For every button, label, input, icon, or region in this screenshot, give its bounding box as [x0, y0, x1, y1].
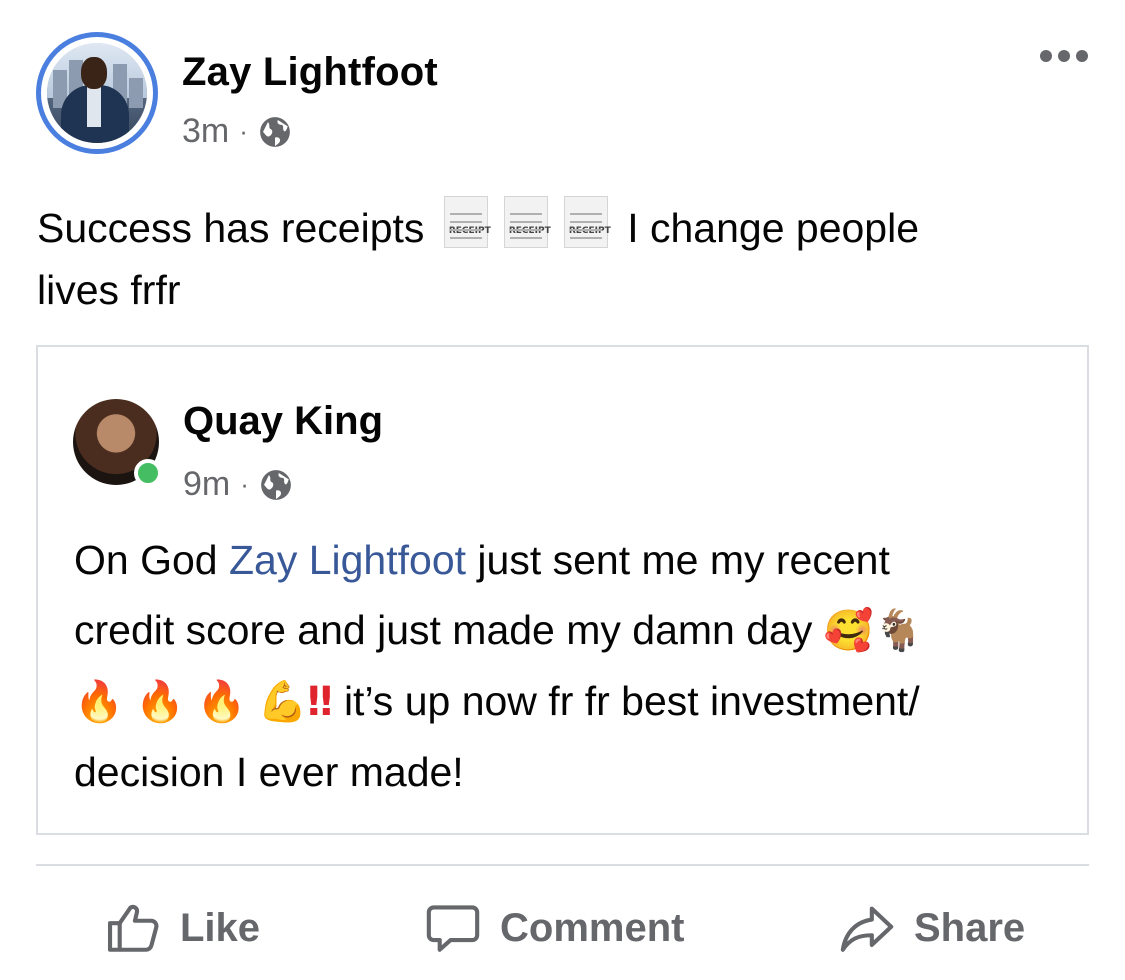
post-meta: 3m ·	[182, 112, 292, 151]
online-status-indicator	[134, 459, 162, 487]
globe-icon	[260, 116, 290, 147]
shared-post-card[interactable]: Quay King 9m · On God Zay Lightfoot just…	[36, 345, 1089, 835]
avatar-photo	[47, 43, 147, 143]
actions-divider	[36, 864, 1089, 866]
author-avatar[interactable]	[36, 32, 158, 154]
post: Zay Lightfoot 3m · Success has receipts …	[0, 0, 1125, 980]
like-label: Like	[180, 905, 261, 950]
like-button[interactable]: Like	[104, 895, 260, 961]
meta-separator: ·	[240, 469, 249, 499]
post-text-line: lives frfr	[37, 267, 181, 313]
fire-emoji: 🔥	[135, 679, 186, 725]
thumbs-up-icon	[107, 904, 159, 952]
globe-icon	[261, 469, 291, 500]
post-time[interactable]: 3m	[182, 112, 229, 151]
shared-post-text: On God Zay Lightfoot just sent me my rec…	[74, 537, 924, 795]
comment-icon	[426, 905, 480, 952]
mention-link[interactable]: Zay Lightfoot	[229, 537, 466, 583]
goat-emoji: 🐐	[873, 608, 924, 654]
post-text-line: Success has receipts	[37, 205, 425, 251]
shared-post-time[interactable]: 9m	[183, 465, 230, 504]
author-name[interactable]: Zay Lightfoot	[182, 50, 438, 95]
shared-post-meta: 9m ·	[183, 465, 293, 504]
flexed-biceps-emoji: 💪	[257, 679, 308, 725]
double-exclamation-emoji: ‼	[307, 679, 333, 725]
more-options-icon[interactable]	[1040, 50, 1088, 62]
share-label: Share	[914, 905, 1026, 950]
comment-label: Comment	[500, 905, 685, 950]
fire-emoji: 🔥	[196, 679, 247, 725]
shared-author-name[interactable]: Quay King	[183, 399, 383, 444]
share-button[interactable]: Share	[838, 895, 1025, 961]
post-text-line: I change people	[627, 205, 920, 251]
receipt-icon: RECEIPT	[563, 196, 611, 248]
post-text: Success has receipts RECEIPT RECEIPT RECEI…	[37, 196, 1057, 321]
receipt-icon: RECEIPT	[443, 196, 491, 248]
comment-button[interactable]: Comment	[424, 895, 684, 961]
meta-separator: ·	[239, 116, 248, 146]
share-icon	[840, 906, 894, 952]
smiling-face-with-hearts-emoji: 🥰	[823, 608, 874, 654]
fire-emoji: 🔥	[74, 679, 124, 725]
receipt-icon: RECEIPT	[503, 196, 551, 248]
